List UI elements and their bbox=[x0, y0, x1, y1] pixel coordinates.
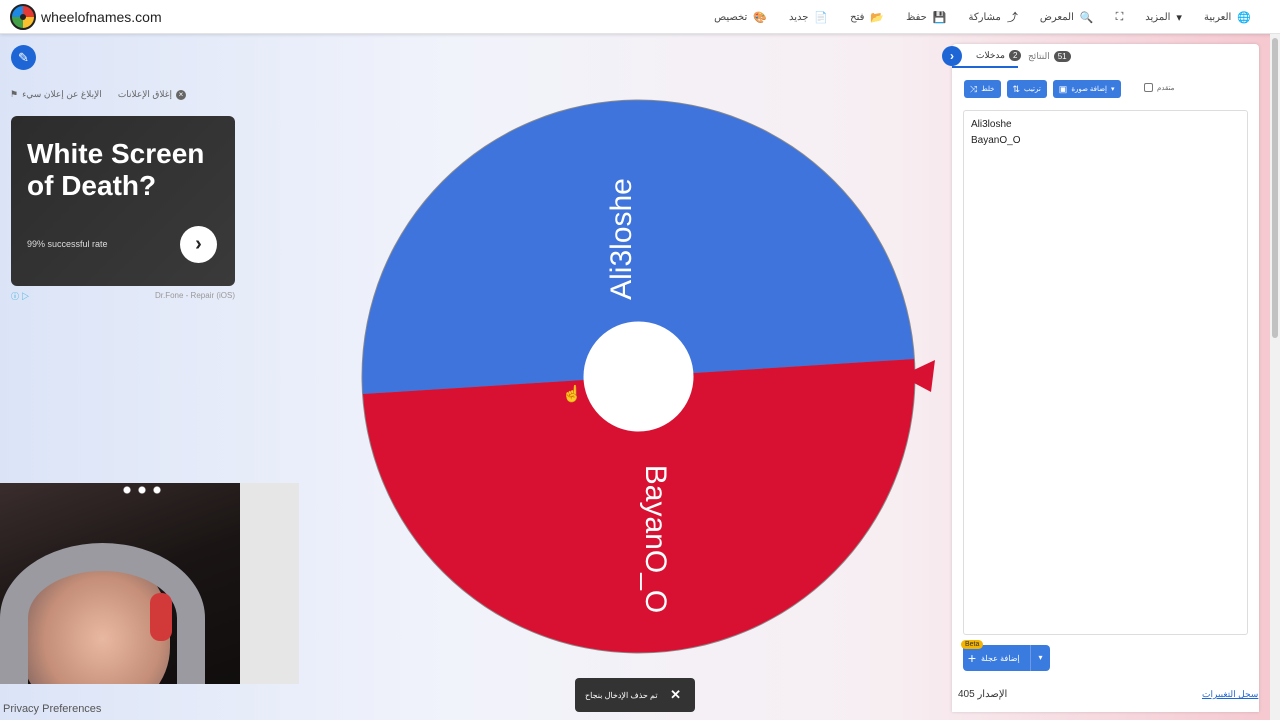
wheel-segment-label-1: Ali3loshe bbox=[605, 178, 638, 300]
beta-badge: Beta bbox=[961, 640, 984, 649]
edit-icon[interactable]: ✎ bbox=[11, 45, 36, 70]
nav-label: العربية bbox=[1203, 11, 1232, 23]
nav-item-save-icon[interactable]: 💾 حفظ bbox=[895, 0, 957, 34]
privacy-preferences-link[interactable]: Privacy Preferences bbox=[3, 703, 101, 715]
wheel-svg[interactable]: Ali3loshe BayanO_O bbox=[361, 99, 916, 654]
nav-label: جديد bbox=[788, 11, 809, 23]
ad-links: ⚑ الإبلاغ عن إعلان سيء إغلاق الإعلانات × bbox=[10, 89, 186, 100]
folder-icon: 📂 bbox=[870, 11, 885, 24]
entry-line: Ali3loshe bbox=[971, 119, 1012, 130]
toast-close-button[interactable]: ✕ bbox=[670, 687, 681, 703]
nav-label: تخصيص bbox=[714, 11, 748, 23]
advanced-toggle[interactable]: متقدم bbox=[1144, 83, 1174, 92]
shuffle-icon: ⤨ bbox=[970, 83, 978, 94]
version-text: 405 الإصدار bbox=[958, 689, 1008, 700]
site-name[interactable]: wheelofnames.com bbox=[41, 9, 162, 25]
nav-item-folder-icon[interactable]: 📂 فتح bbox=[839, 0, 895, 34]
plus-icon: + bbox=[967, 650, 977, 666]
sort-icon: ⇅ bbox=[1012, 83, 1021, 94]
nav-item-search-icon[interactable]: 🔍 المعرض bbox=[1029, 0, 1105, 34]
nav-item-palette-icon[interactable]: 🎨 تخصيص bbox=[703, 0, 778, 34]
toast-message: تم حذف الإدخال بنجاح bbox=[585, 690, 658, 700]
nav-item-file-icon[interactable]: 📄 جديد bbox=[778, 0, 839, 34]
wheel[interactable]: Ali3loshe BayanO_O bbox=[361, 99, 916, 654]
ad-card[interactable]: White Screen of Death? 99% successful ra… bbox=[11, 116, 235, 286]
entries-panel: › مدخلات 2 النتائج 51 ⤨ خلط ⇅ ترتيب ▣ إضافة… bbox=[942, 44, 1259, 712]
tab-results[interactable]: النتائج 51 bbox=[1028, 44, 1071, 68]
advanced-checkbox[interactable] bbox=[1144, 83, 1153, 92]
headset bbox=[150, 593, 172, 641]
add-image-button[interactable]: ▣ إضافة صورة ▾ bbox=[1052, 80, 1121, 98]
sort-button[interactable]: ⇅ ترتيب bbox=[1006, 80, 1047, 98]
caret-down-icon: ▾ bbox=[1111, 86, 1115, 93]
wheel-segment-label-2: BayanO_O bbox=[639, 465, 672, 613]
search-icon: 🔍 bbox=[1079, 11, 1094, 24]
close-icon: × bbox=[175, 89, 186, 100]
share-icon: ⤴ bbox=[1006, 12, 1018, 24]
entries-count-badge: 2 bbox=[1008, 49, 1022, 61]
mouse-cursor-icon: ☝ bbox=[562, 386, 582, 403]
entry-line: BayanO_O bbox=[971, 135, 1021, 146]
nav-label: حفظ bbox=[906, 11, 927, 23]
ad-subtitle: 99% successful rate bbox=[27, 239, 108, 249]
results-count-badge: 51 bbox=[1053, 50, 1071, 62]
streamer-hair bbox=[0, 543, 205, 684]
ad-title: White Screen of Death? bbox=[27, 138, 205, 201]
background-screen bbox=[240, 483, 299, 684]
webcam-overlay bbox=[0, 483, 299, 684]
report-ad-link[interactable]: ⚑ الإبلاغ عن إعلان سيء bbox=[10, 89, 102, 100]
adchoices-icon[interactable]: ⓘ ▷ bbox=[11, 292, 29, 301]
ad-brand[interactable]: Dr.Fone - Repair (iOS) bbox=[155, 291, 235, 300]
wheel-center[interactable] bbox=[583, 321, 694, 432]
site-logo[interactable] bbox=[10, 4, 36, 30]
nav-item-caret-down-icon[interactable]: ▾ المزيد bbox=[1134, 0, 1193, 34]
fullscreen-icon: ⛶ bbox=[1115, 10, 1124, 23]
file-icon: 📄 bbox=[814, 11, 829, 24]
background-lights bbox=[115, 483, 175, 497]
scroll-thumb[interactable] bbox=[1272, 38, 1278, 338]
panel-tabs: › مدخلات 2 النتائج 51 bbox=[942, 44, 1259, 68]
nav-item-globe-icon[interactable]: 🌐 العربية bbox=[1193, 0, 1262, 34]
chevron-right-icon[interactable]: › bbox=[180, 226, 217, 263]
page-scrollbar[interactable] bbox=[1270, 34, 1280, 720]
nav-label: المعرض bbox=[1039, 11, 1074, 23]
wheel-pointer-icon bbox=[901, 360, 935, 392]
caret-down-icon[interactable]: ▾ bbox=[1030, 645, 1050, 671]
changelog-link[interactable]: سجل التغييرات bbox=[1202, 689, 1258, 700]
close-ads-link[interactable]: إغلاق الإعلانات × bbox=[118, 89, 186, 100]
ad-footer: ⓘ ▷ Dr.Fone - Repair (iOS) bbox=[11, 291, 235, 302]
shuffle-button[interactable]: ⤨ خلط bbox=[964, 80, 1001, 98]
top-bar: wheelofnames.com 🌐 العربية ▾ المزيد ⛶ 🔍 المعرض… bbox=[0, 0, 1280, 34]
save-icon: 💾 bbox=[932, 11, 947, 24]
nav-item-share-icon[interactable]: ⤴ مشاركة bbox=[958, 0, 1029, 34]
nav-label: فتح bbox=[850, 11, 865, 23]
nav-label: المزيد bbox=[1145, 11, 1171, 23]
collapse-panel-icon[interactable]: › bbox=[942, 46, 962, 66]
globe-icon: 🌐 bbox=[1237, 11, 1251, 24]
tab-entries[interactable]: › مدخلات 2 bbox=[942, 44, 1022, 68]
nav-label: مشاركة bbox=[968, 11, 1001, 23]
palette-icon: 🎨 bbox=[753, 11, 767, 24]
entries-toolbar: ⤨ خلط ⇅ ترتيب ▣ إضافة صورة ▾ bbox=[964, 80, 1121, 98]
caret-down-icon: ▾ bbox=[1176, 11, 1182, 24]
image-icon: ▣ bbox=[1058, 83, 1068, 94]
top-nav: 🌐 العربية ▾ المزيد ⛶ 🔍 المعرض ⤴ مشاركة 💾 حفظ 📂 فتح 📄 ج… bbox=[703, 0, 1262, 34]
nav-item-fullscreen-icon[interactable]: ⛶ bbox=[1105, 0, 1135, 34]
flag-icon: ⚑ bbox=[10, 89, 19, 99]
toast: تم حذف الإدخال بنجاح ✕ bbox=[575, 678, 695, 712]
entries-textarea[interactable]: Ali3loshe BayanO_O bbox=[963, 110, 1248, 635]
